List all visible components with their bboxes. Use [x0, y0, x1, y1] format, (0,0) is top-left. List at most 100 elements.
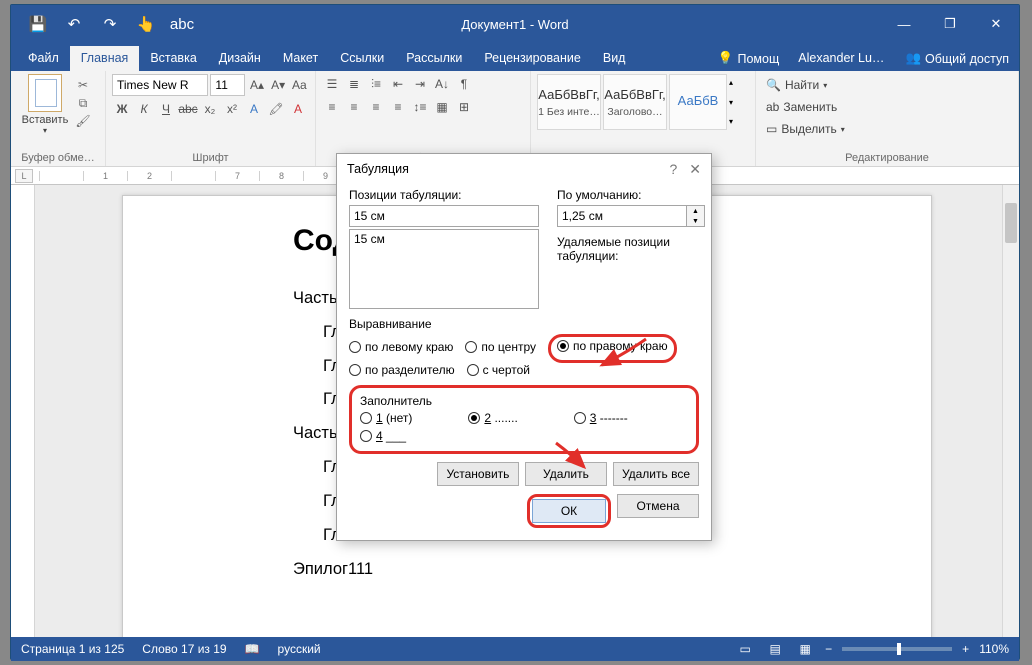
user-name[interactable]: Alexander Lu… [787, 46, 895, 71]
dialog-close-icon[interactable]: ✕ [689, 161, 701, 178]
align-right-radio[interactable]: по правому краю [557, 339, 668, 353]
align-decimal-radio[interactable]: по разделителю [349, 363, 455, 377]
leader-4-radio[interactable]: 4 ___ [360, 429, 406, 443]
style-heading2[interactable]: АаБбВ [669, 74, 727, 130]
web-layout-icon[interactable]: ▦ [795, 641, 815, 657]
close-button[interactable]: ✕ [973, 5, 1019, 43]
font-color-icon[interactable]: A [288, 99, 308, 119]
multilevel-icon[interactable]: ⫶≡ [366, 74, 386, 94]
list-item[interactable]: 15 см [354, 232, 534, 246]
align-left-icon[interactable]: ≡ [322, 97, 342, 117]
tab-stop-position-input[interactable] [349, 205, 539, 227]
highlight-icon[interactable]: 🖍 [266, 99, 286, 119]
strike-icon[interactable]: abc [178, 99, 198, 119]
tab-selector[interactable]: L [15, 169, 33, 183]
tab-references[interactable]: Ссылки [329, 46, 395, 71]
change-case-icon[interactable]: Aa [290, 75, 309, 95]
align-bar-radio[interactable]: с чертой [467, 363, 530, 377]
sort-icon[interactable]: A↓ [432, 74, 452, 94]
subscript-icon[interactable]: x₂ [200, 99, 220, 119]
tab-review[interactable]: Рецензирование [473, 46, 592, 71]
font-name-combo[interactable]: Times New R [112, 74, 208, 96]
leader-3-radio[interactable]: 3 ------- [574, 411, 628, 425]
tab-layout[interactable]: Макет [272, 46, 329, 71]
format-painter-icon[interactable]: 🖌 [73, 113, 93, 129]
paste-button[interactable]: Вставить ▾ [17, 74, 73, 135]
save-icon[interactable]: 💾 [29, 15, 47, 33]
undo-icon[interactable]: ↶ [65, 15, 83, 33]
set-button[interactable]: Установить [437, 462, 519, 486]
dialog-help-icon[interactable]: ? [669, 161, 677, 178]
zoom-slider[interactable] [842, 647, 952, 651]
proofing-icon[interactable]: 📖 [245, 642, 260, 656]
tell-me[interactable]: 💡 Помощ [710, 51, 787, 66]
cancel-button[interactable]: Отмена [617, 494, 699, 518]
show-marks-icon[interactable]: ¶ [454, 74, 474, 94]
underline-icon[interactable]: Ч [156, 99, 176, 119]
tab-design[interactable]: Дизайн [208, 46, 272, 71]
word-count[interactable]: Слово 17 из 19 [142, 642, 226, 656]
tab-stop-list[interactable]: 15 см [349, 229, 539, 309]
find-button[interactable]: 🔍 Найти▾ [762, 74, 1012, 96]
tab-mailings[interactable]: Рассылки [395, 46, 473, 71]
zoom-out[interactable]: − [825, 642, 832, 656]
cut-icon[interactable]: ✂ [73, 77, 93, 93]
styles-gallery-arrows[interactable]: ▴▾▾ [729, 74, 745, 130]
grow-font-icon[interactable]: A▴ [247, 75, 266, 95]
share-button[interactable]: 👥 Общий доступ [895, 47, 1019, 70]
font-size-combo[interactable]: 11 [210, 74, 245, 96]
style-normal[interactable]: АаБбВвГг, 1 Без инте… [537, 74, 601, 130]
touch-mode-icon[interactable]: 👆 [137, 15, 155, 33]
redo-icon[interactable]: ↷ [101, 15, 119, 33]
indent-dec-icon[interactable]: ⇤ [388, 74, 408, 94]
vertical-ruler[interactable] [11, 185, 35, 637]
numbering-icon[interactable]: ≣ [344, 74, 364, 94]
print-layout-icon[interactable]: ▤ [765, 641, 785, 657]
bullets-icon[interactable]: ☰ [322, 74, 342, 94]
spin-down-icon[interactable]: ▼ [687, 216, 704, 226]
align-center-radio[interactable]: по центру [465, 340, 536, 354]
italic-icon[interactable]: К [134, 99, 154, 119]
dialog-titlebar[interactable]: Табуляция ? ✕ [337, 154, 711, 184]
shrink-font-icon[interactable]: A▾ [269, 75, 288, 95]
align-right-icon[interactable]: ≡ [366, 97, 386, 117]
align-left-radio[interactable]: по левому краю [349, 340, 453, 354]
minimize-button[interactable]: — [881, 5, 927, 43]
tab-file[interactable]: Файл [17, 46, 70, 71]
zoom-level[interactable]: 110% [979, 642, 1009, 656]
text-effects-icon[interactable]: A [244, 99, 264, 119]
zoom-thumb[interactable] [897, 643, 901, 655]
default-tab-input[interactable] [557, 205, 687, 227]
maximize-button[interactable]: ❐ [927, 5, 973, 43]
page-indicator[interactable]: Страница 1 из 125 [21, 642, 124, 656]
leader-1-radio[interactable]: 1 1 (нет)(нет) [360, 411, 412, 425]
indent-inc-icon[interactable]: ⇥ [410, 74, 430, 94]
style-heading1[interactable]: АаБбВвГг, Заголово… [603, 74, 667, 130]
language-indicator[interactable]: русский [278, 642, 321, 656]
align-center-icon[interactable]: ≡ [344, 97, 364, 117]
read-mode-icon[interactable]: ▭ [735, 641, 755, 657]
copy-icon[interactable]: ⧉ [73, 95, 93, 111]
line-spacing-icon[interactable]: ↕≡ [410, 97, 430, 117]
status-bar: Страница 1 из 125 Слово 17 из 19 📖 русск… [11, 637, 1019, 661]
zoom-in[interactable]: + [962, 642, 969, 656]
ok-button[interactable]: ОК [532, 499, 606, 523]
clear-all-button[interactable]: Удалить все [613, 462, 699, 486]
scroll-thumb[interactable] [1005, 203, 1017, 243]
tab-view[interactable]: Вид [592, 46, 637, 71]
superscript-icon[interactable]: x² [222, 99, 242, 119]
tab-insert[interactable]: Вставка [139, 46, 207, 71]
replace-button[interactable]: ab Заменить [762, 96, 1012, 118]
select-button[interactable]: ▭ Выделить▾ [762, 118, 1012, 140]
borders-icon[interactable]: ⊞ [454, 97, 474, 117]
tab-home[interactable]: Главная [70, 46, 140, 71]
clear-button[interactable]: Удалить [525, 462, 607, 486]
leader-2-radio[interactable]: 2 ....... [468, 411, 517, 425]
spellcheck-icon[interactable]: abc [173, 15, 191, 33]
bold-icon[interactable]: Ж [112, 99, 132, 119]
spin-up-icon[interactable]: ▲ [687, 206, 704, 216]
vertical-scrollbar[interactable] [1002, 185, 1019, 637]
justify-icon[interactable]: ≡ [388, 97, 408, 117]
default-tab-spinner[interactable]: ▲▼ [557, 205, 705, 227]
shading-icon[interactable]: ▦ [432, 97, 452, 117]
